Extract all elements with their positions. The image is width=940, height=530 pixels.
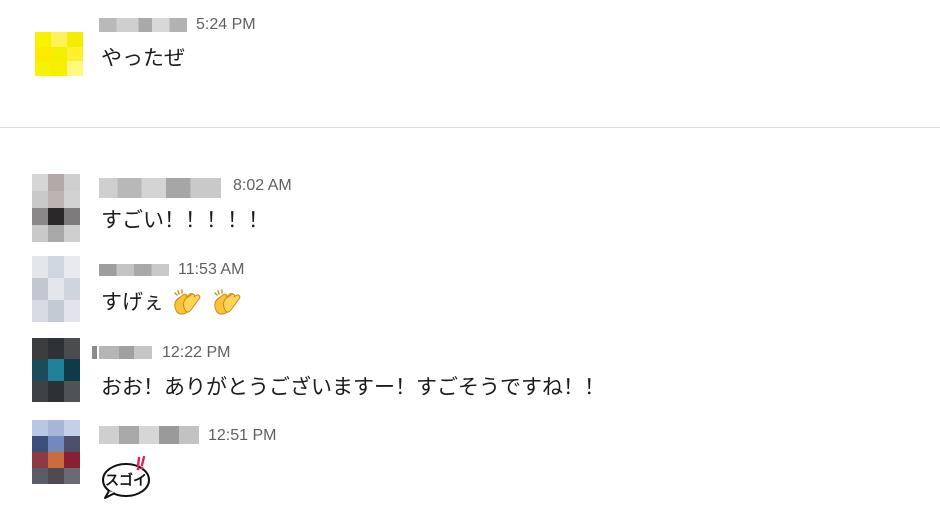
avatar[interactable] (32, 174, 80, 242)
avatar[interactable] (35, 32, 83, 76)
message-timestamp[interactable]: 8:02 AM (233, 177, 292, 195)
message-item: 8:02 AM すごい！！！！！ (0, 172, 940, 244)
sender-name[interactable] (99, 18, 187, 32)
avatar[interactable] (32, 420, 80, 484)
message-timestamp[interactable]: 5:24 PM (196, 16, 256, 34)
clapping-hands-icon (211, 288, 245, 318)
sender-name[interactable] (92, 346, 152, 359)
message-timestamp[interactable]: 11:53 AM (178, 261, 244, 279)
avatar[interactable] (32, 338, 80, 402)
message-timestamp[interactable]: 12:51 PM (208, 427, 276, 445)
message-item: 5:24 PM やったぜ (0, 14, 940, 86)
message-text: すげぇ (101, 288, 245, 318)
sender-name[interactable] (99, 264, 169, 276)
avatar[interactable] (32, 256, 80, 322)
message-item: 12:22 PM おお！ありがとうございますー！すごそうですね！！ (0, 338, 940, 410)
sticker-text: スゴイ (105, 472, 147, 489)
message-text: おお！ありがとうございますー！すごそうですね！！ (101, 375, 605, 399)
clapping-hands-icon (171, 288, 205, 318)
sugoi-sticker-icon: スゴイ (101, 455, 153, 500)
message-item: 11:53 AM すげぇ (0, 256, 940, 328)
sender-name[interactable] (99, 178, 221, 198)
message-text: すごい！！！！！ (101, 208, 269, 232)
message-text: やったぜ (101, 46, 185, 70)
message-timestamp[interactable]: 12:22 PM (162, 344, 230, 362)
day-divider (0, 127, 940, 128)
sender-name[interactable] (99, 426, 199, 444)
message-text-content: すげぇ (101, 290, 164, 314)
